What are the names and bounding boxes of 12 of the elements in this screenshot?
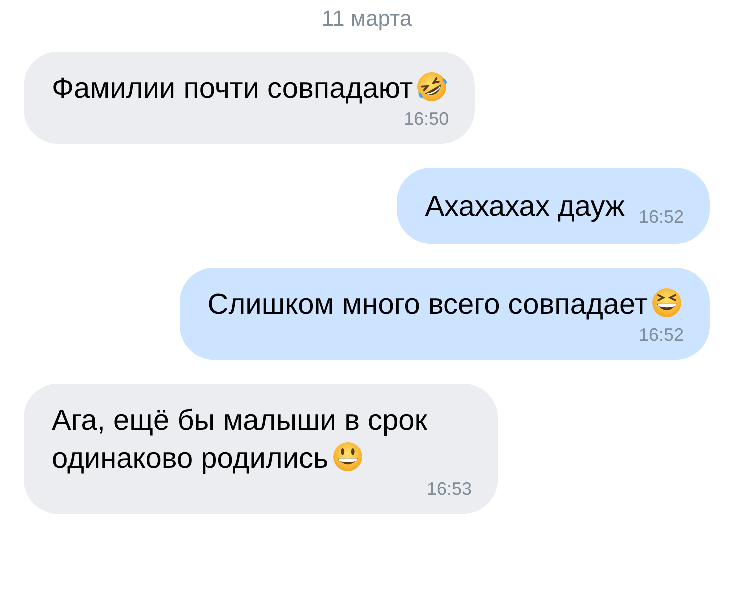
smiling-face-icon bbox=[330, 440, 365, 474]
squinting-face-icon bbox=[650, 286, 684, 320]
message-time: 16:50 bbox=[404, 108, 450, 130]
message-text: Ага, ещё бы малыши в срок одинаково родились bbox=[52, 404, 428, 477]
message-time: 16:53 bbox=[426, 478, 472, 500]
laughing-face-icon bbox=[415, 70, 450, 104]
message-time: 16:52 bbox=[638, 324, 684, 346]
message-time: 16:52 bbox=[638, 206, 684, 228]
message-text: Фамилии почти совпадают bbox=[52, 70, 450, 108]
date-label: 11 марта bbox=[322, 6, 412, 32]
message-text: Слишком много всего совпадает bbox=[208, 286, 684, 324]
message-text: Ахахахах дауж bbox=[425, 190, 625, 225]
